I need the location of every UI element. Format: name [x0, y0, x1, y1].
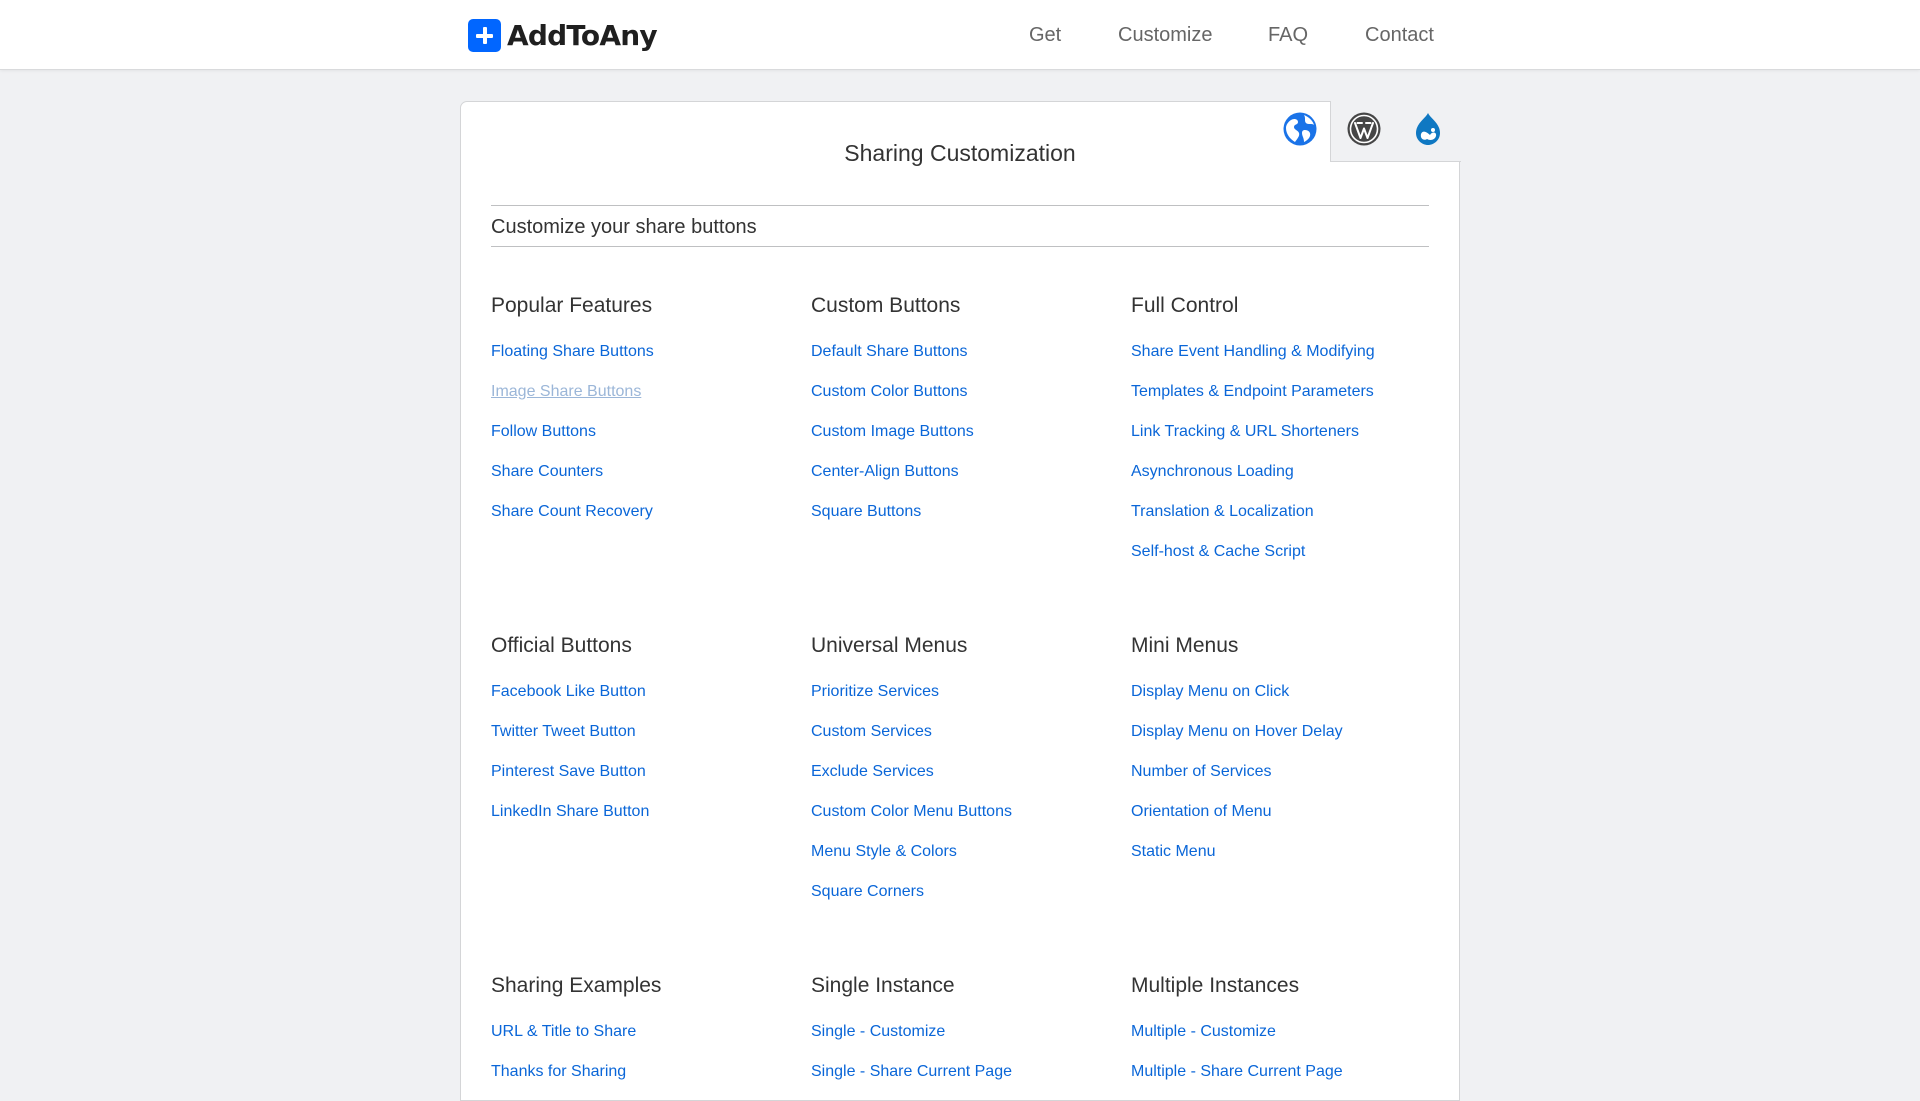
link-display-menu-on-click[interactable]: Display Menu on Click: [1131, 683, 1289, 701]
link-square-corners[interactable]: Square Corners: [811, 883, 924, 901]
section-title-multiple-instances: Multiple Instances: [1131, 974, 1300, 997]
link-center-align-buttons[interactable]: Center-Align Buttons: [811, 463, 959, 481]
link-default-share-buttons[interactable]: Default Share Buttons: [811, 343, 968, 361]
link-url-and-title-to-share[interactable]: URL & Title to Share: [491, 1023, 636, 1041]
divider: [491, 246, 1429, 247]
link-thanks-for-sharing[interactable]: Thanks for Sharing: [491, 1063, 626, 1081]
link-single-customize[interactable]: Single - Customize: [811, 1023, 945, 1041]
link-share-count-recovery[interactable]: Share Count Recovery: [491, 503, 653, 521]
link-orientation-of-menu[interactable]: Orientation of Menu: [1131, 803, 1272, 821]
link-multiple-customize[interactable]: Multiple - Customize: [1131, 1023, 1276, 1041]
link-twitter-tweet-button[interactable]: Twitter Tweet Button: [491, 723, 636, 741]
link-image-share-buttons[interactable]: Image Share Buttons: [491, 383, 641, 401]
link-share-counters[interactable]: Share Counters: [491, 463, 603, 481]
top-nav-bar: AddToAny Get Customize FAQ Contact: [0, 0, 1920, 70]
link-follow-buttons[interactable]: Follow Buttons: [491, 423, 596, 441]
link-custom-services[interactable]: Custom Services: [811, 723, 932, 741]
nav-faq[interactable]: FAQ: [1268, 24, 1308, 47]
link-custom-color-menu-buttons[interactable]: Custom Color Menu Buttons: [811, 803, 1012, 821]
section-title-universal-menus: Universal Menus: [811, 634, 968, 657]
link-static-menu[interactable]: Static Menu: [1131, 843, 1215, 861]
link-self-host-and-cache-script[interactable]: Self-host & Cache Script: [1131, 543, 1305, 561]
link-pinterest-save-button[interactable]: Pinterest Save Button: [491, 763, 646, 781]
link-number-of-services[interactable]: Number of Services: [1131, 763, 1272, 781]
link-exclude-services[interactable]: Exclude Services: [811, 763, 934, 781]
content-panel: [460, 101, 1460, 1101]
link-prioritize-services[interactable]: Prioritize Services: [811, 683, 939, 701]
link-translation-and-localization[interactable]: Translation & Localization: [1131, 503, 1314, 521]
page-title: Sharing Customization: [844, 140, 1076, 166]
nav-get[interactable]: Get: [1029, 24, 1061, 47]
link-menu-style-and-colors[interactable]: Menu Style & Colors: [811, 843, 957, 861]
link-multiple-share-current-page[interactable]: Multiple - Share Current Page: [1131, 1063, 1343, 1081]
nav-customize[interactable]: Customize: [1118, 24, 1212, 47]
link-linkedin-share-button[interactable]: LinkedIn Share Button: [491, 803, 649, 821]
section-title-full-control: Full Control: [1131, 294, 1239, 317]
link-link-tracking-and-url-shorteners[interactable]: Link Tracking & URL Shorteners: [1131, 423, 1359, 441]
addtoany-logo[interactable]: AddToAny: [468, 17, 658, 53]
link-asynchronous-loading[interactable]: Asynchronous Loading: [1131, 463, 1294, 481]
plus-icon: [468, 18, 501, 52]
link-square-buttons[interactable]: Square Buttons: [811, 503, 921, 521]
link-custom-image-buttons[interactable]: Custom Image Buttons: [811, 423, 974, 441]
divider: [491, 205, 1429, 206]
link-facebook-like-button[interactable]: Facebook Like Button: [491, 683, 646, 701]
section-title-single-instance: Single Instance: [811, 974, 955, 997]
section-title-custom-buttons: Custom Buttons: [811, 294, 961, 317]
section-title-popular-features: Popular Features: [491, 294, 653, 317]
brand-name: AddToAny: [507, 18, 658, 52]
section-title-official-buttons: Official Buttons: [491, 634, 632, 657]
link-display-menu-on-hover-delay[interactable]: Display Menu on Hover Delay: [1131, 723, 1343, 741]
section-title-mini-menus: Mini Menus: [1131, 634, 1239, 657]
section-subtitle: Customize your share buttons: [491, 216, 757, 238]
nav-contact[interactable]: Contact: [1365, 24, 1434, 47]
section-title-sharing-examples: Sharing Examples: [491, 974, 662, 997]
link-templates-and-endpoint-parameters[interactable]: Templates & Endpoint Parameters: [1131, 383, 1374, 401]
link-custom-color-buttons[interactable]: Custom Color Buttons: [811, 383, 968, 401]
link-single-share-current-page[interactable]: Single - Share Current Page: [811, 1063, 1012, 1081]
link-floating-share-buttons[interactable]: Floating Share Buttons: [491, 343, 654, 361]
link-share-event-handling-and-modifying[interactable]: Share Event Handling & Modifying: [1131, 343, 1375, 361]
